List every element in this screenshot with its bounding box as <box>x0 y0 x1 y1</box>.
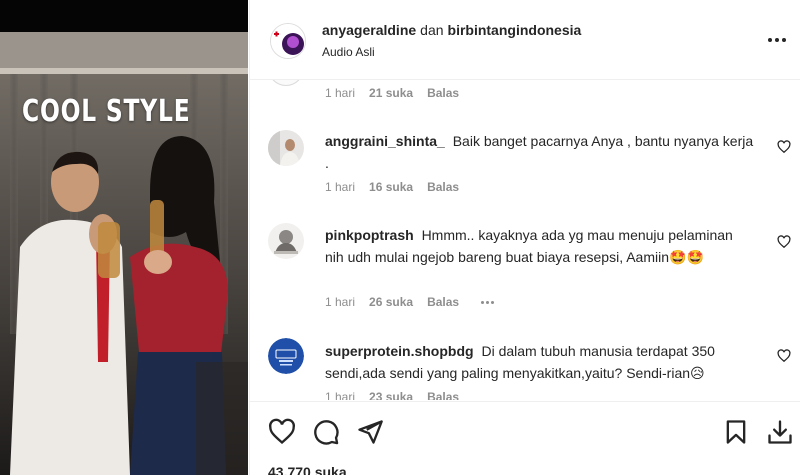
send-icon[interactable] <box>356 418 384 446</box>
post-action-bar: 43.770 suka <box>250 401 800 475</box>
comment-avatar[interactable] <box>268 130 304 166</box>
bookmark-icon[interactable] <box>722 418 750 446</box>
heart-icon[interactable] <box>268 418 296 446</box>
more-horizontal-icon <box>768 38 786 42</box>
author-username-link[interactable]: anyageraldine <box>322 22 416 38</box>
collaborator-username-link[interactable]: birbintangindonesia <box>448 22 582 38</box>
comment-username-link[interactable]: pinkpoptrash <box>325 227 414 243</box>
comment-reply-button[interactable]: Balas <box>427 180 459 194</box>
comment-more-icon[interactable] <box>481 300 495 304</box>
avatar-logo <box>268 338 304 374</box>
author-avatar-image <box>271 24 305 58</box>
comment-reply-button[interactable]: Balas <box>427 390 459 400</box>
comment-like-count[interactable]: 23 suka <box>369 390 413 400</box>
comments-list[interactable]: 1 hari 21 suka Balas anggraini_shinta_ B… <box>250 80 800 400</box>
avatar-photo <box>268 130 304 166</box>
comment-like-count[interactable]: 16 suka <box>369 180 413 194</box>
comment-emoji: 😥 <box>690 366 705 382</box>
comment-meta: 1 hari 21 suka Balas <box>325 86 459 100</box>
video-top-bar <box>0 0 248 32</box>
comment-meta: 1 hari 26 suka Balas <box>325 295 495 309</box>
comment-time[interactable]: 1 hari <box>325 390 355 400</box>
comment-time[interactable]: 1 hari <box>325 295 355 309</box>
comment-avatar[interactable] <box>268 338 304 374</box>
avatar-photo <box>268 223 304 259</box>
comment-emoji: 🤩🤩 <box>669 250 704 266</box>
comment-like-count[interactable]: 26 suka <box>369 295 413 309</box>
comment-like-count[interactable]: 21 suka <box>369 86 413 100</box>
comment-like-heart-icon[interactable] <box>777 349 791 363</box>
comment-avatar[interactable] <box>268 80 304 86</box>
comment-meta: 1 hari 23 suka Balas <box>325 390 459 400</box>
comment-body: pinkpoptrash Hmmm.. kayaknya ada yg mau … <box>325 224 755 269</box>
comment-reply-button[interactable]: Balas <box>427 86 459 100</box>
post-like-count[interactable]: 43.770 suka <box>268 464 347 475</box>
post-header: anyageraldine dan birbintangindonesia Audi… <box>250 0 800 80</box>
author-connector: dan <box>420 22 444 38</box>
comment-like-heart-icon[interactable] <box>777 140 791 154</box>
comment-time[interactable]: 1 hari <box>325 180 355 194</box>
comment-username-link[interactable]: superprotein.shopbdg <box>325 343 474 359</box>
comment-reply-button[interactable]: Balas <box>427 295 459 309</box>
comment-meta: 1 hari 16 suka Balas <box>325 180 459 194</box>
comment-body: anggraini_shinta_ Baik banget pacarnya A… <box>325 130 755 174</box>
post-authors: anyageraldine dan birbintangindonesia <box>322 22 581 38</box>
comment-avatar[interactable] <box>268 223 304 259</box>
comment-time[interactable]: 1 hari <box>325 86 355 100</box>
comment-icon[interactable] <box>312 418 340 446</box>
author-avatar[interactable] <box>270 23 306 59</box>
post-panel: anyageraldine dan birbintangindonesia Audi… <box>249 0 800 475</box>
comment-username-link[interactable]: anggraini_shinta_ <box>325 133 445 149</box>
comment-body: superprotein.shopbdg Di dalam tubuh manu… <box>325 340 755 385</box>
reel-video[interactable]: COOL STYLE <box>0 0 248 475</box>
video-caption: COOL STYLE <box>22 94 191 129</box>
download-icon[interactable] <box>766 418 794 446</box>
audio-link[interactable]: Audio Asli <box>322 45 375 59</box>
comment-like-heart-icon[interactable] <box>777 235 791 249</box>
more-options-button[interactable] <box>765 28 789 52</box>
